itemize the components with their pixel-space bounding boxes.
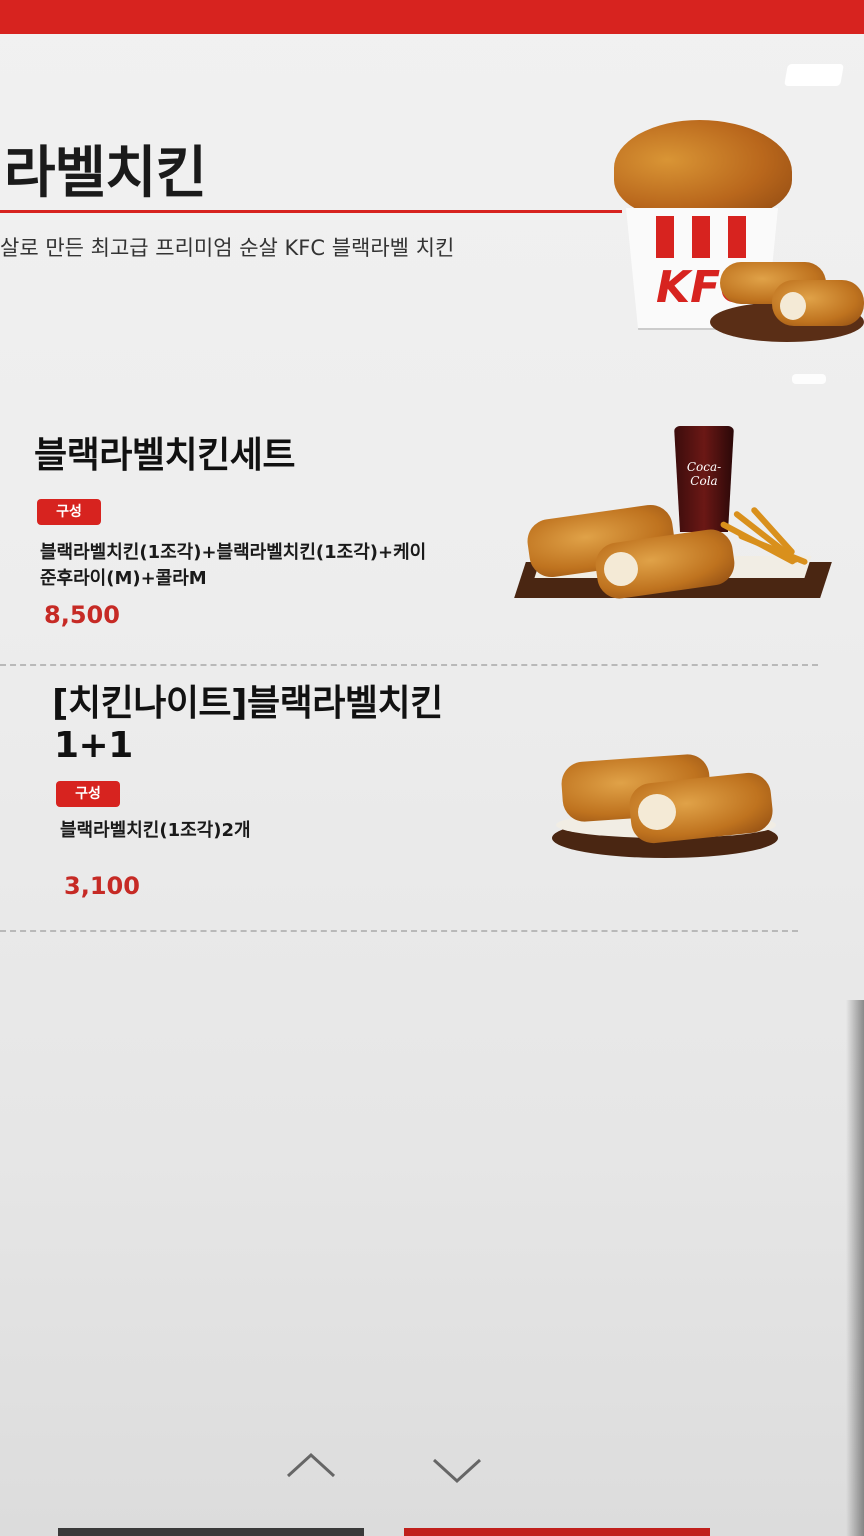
cola-logo: Coca-Cola	[686, 460, 722, 488]
category-bucket-image: KFC	[612, 112, 864, 344]
composition-badge: 구성	[37, 499, 101, 525]
chevron-up-icon[interactable]	[285, 1450, 337, 1480]
screen-edge-shadow	[846, 1000, 864, 1536]
bottom-red-button[interactable]	[404, 1528, 710, 1536]
menu-item-description: 블랙라벨치킨(1조각)2개	[60, 820, 251, 841]
bucket-stripe	[692, 216, 710, 258]
menu-item-description-line2: 준후라이(M)+콜라M	[40, 568, 207, 589]
menu-item-name-line1[interactable]: [치킨나이트]블랙라벨치킨	[52, 682, 443, 726]
menu-item-price: 8,500	[44, 601, 120, 629]
screen-glare-small	[792, 374, 826, 384]
chevron-down-icon[interactable]	[431, 1456, 483, 1486]
category-description: 살로 만든 최고급 프리미엄 순살 KFC 블랙라벨 치킨	[0, 236, 455, 260]
top-red-bar	[0, 0, 864, 34]
category-divider	[0, 210, 622, 213]
bucket-stripe	[656, 216, 674, 258]
menu-item-name[interactable]: 블랙라벨치킨세트	[34, 434, 295, 478]
tender-cut	[780, 292, 806, 320]
menu-item-price: 3,100	[64, 872, 140, 900]
menu-item-name-line2[interactable]: 1+1	[54, 724, 133, 768]
bucket-stripe	[728, 216, 746, 258]
item-divider	[0, 664, 818, 666]
tender-cut	[638, 794, 676, 830]
bottom-dark-button[interactable]	[58, 1528, 364, 1536]
item-divider	[0, 930, 798, 932]
bucket-chicken	[614, 120, 792, 220]
screen-glare	[784, 64, 844, 86]
menu-item-description-line1: 블랙라벨치킨(1조각)+블랙라벨치킨(1조각)+케이	[40, 542, 427, 563]
category-title: 라벨치킨	[4, 141, 207, 206]
tender-cut	[604, 552, 638, 586]
composition-badge: 구성	[56, 781, 120, 807]
